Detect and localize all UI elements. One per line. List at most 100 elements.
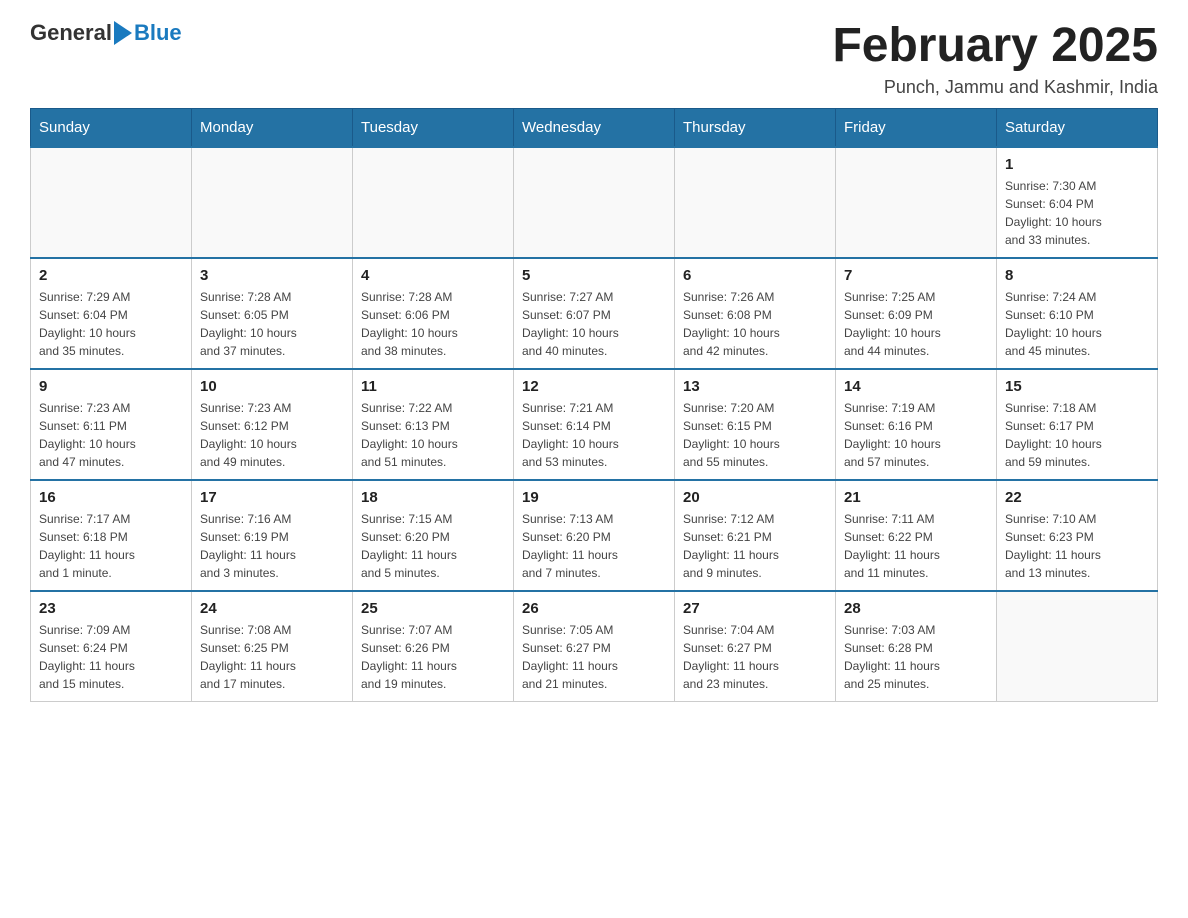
day-number: 7 [844,267,988,284]
header-friday: Friday [836,108,997,147]
calendar-cell: 5 Sunrise: 7:27 AMSunset: 6:07 PMDaylight… [514,258,675,369]
day-number: 25 [361,600,505,617]
calendar-cell: 23 Sunrise: 7:09 AMSunset: 6:24 PMDayligh… [31,591,192,702]
header-thursday: Thursday [675,108,836,147]
logo-arrow-icon [114,21,132,45]
calendar-cell: 25Sunrise: 7:07 AMSunset: 6:26 PMDayligh… [353,591,514,702]
calendar-cell: 18 Sunrise: 7:15 AMSunset: 6:20 PMDayligh… [353,480,514,591]
calendar-cell: 2Sunrise: 7:29 AMSunset: 6:04 PMDaylight… [31,258,192,369]
calendar-cell: 21 Sunrise: 7:11 AMSunset: 6:22 PMDayligh… [836,480,997,591]
calendar-week-row: 23 Sunrise: 7:09 AMSunset: 6:24 PMDayligh… [31,591,1158,702]
day-number: 10 [200,378,344,395]
calendar-cell: 16 Sunrise: 7:17 AMSunset: 6:18 PMDayligh… [31,480,192,591]
title-area: February 2025 Punch, Jammu and Kashmir, … [832,20,1158,98]
logo-area: General Blue [30,20,182,46]
calendar-cell: 1Sunrise: 7:30 AMSunset: 6:04 PMDaylight… [997,147,1158,258]
calendar-cell: 3 Sunrise: 7:28 AMSunset: 6:05 PMDaylight… [192,258,353,369]
calendar-cell: 17 Sunrise: 7:16 AMSunset: 6:19 PMDayligh… [192,480,353,591]
logo-general-text: General [30,20,112,46]
day-number: 16 [39,489,183,506]
day-info: Sunrise: 7:26 AMSunset: 6:08 PMDaylight:… [683,288,827,360]
day-info: Sunrise: 7:16 AMSunset: 6:19 PMDaylight:… [200,510,344,582]
calendar-cell [514,147,675,258]
calendar-cell: 15 Sunrise: 7:18 AMSunset: 6:17 PMDayligh… [997,369,1158,480]
calendar-cell [31,147,192,258]
calendar-week-row: 1Sunrise: 7:30 AMSunset: 6:04 PMDaylight… [31,147,1158,258]
day-info: Sunrise: 7:23 AMSunset: 6:11 PMDaylight:… [39,399,183,471]
day-number: 17 [200,489,344,506]
calendar-week-row: 16 Sunrise: 7:17 AMSunset: 6:18 PMDayligh… [31,480,1158,591]
calendar-cell: 13 Sunrise: 7:20 AMSunset: 6:15 PMDayligh… [675,369,836,480]
day-number: 15 [1005,378,1149,395]
calendar-cell: 26 Sunrise: 7:05 AMSunset: 6:27 PMDayligh… [514,591,675,702]
header-tuesday: Tuesday [353,108,514,147]
logo: General Blue [30,20,182,46]
day-number: 9 [39,378,183,395]
calendar-cell: 20 Sunrise: 7:12 AMSunset: 6:21 PMDayligh… [675,480,836,591]
day-info: Sunrise: 7:28 AMSunset: 6:05 PMDaylight:… [200,288,344,360]
day-info: Sunrise: 7:21 AMSunset: 6:14 PMDaylight:… [522,399,666,471]
calendar-cell [675,147,836,258]
calendar-cell [836,147,997,258]
day-info: Sunrise: 7:05 AMSunset: 6:27 PMDaylight:… [522,621,666,693]
header-saturday: Saturday [997,108,1158,147]
calendar-cell: 6 Sunrise: 7:26 AMSunset: 6:08 PMDaylight… [675,258,836,369]
day-number: 4 [361,267,505,284]
day-info: Sunrise: 7:13 AMSunset: 6:20 PMDaylight:… [522,510,666,582]
day-info: Sunrise: 7:20 AMSunset: 6:15 PMDaylight:… [683,399,827,471]
calendar-header-row: Sunday Monday Tuesday Wednesday Thursday… [31,108,1158,147]
day-number: 8 [1005,267,1149,284]
day-info: Sunrise: 7:15 AMSunset: 6:20 PMDaylight:… [361,510,505,582]
calendar-cell [353,147,514,258]
day-info: Sunrise: 7:11 AMSunset: 6:22 PMDaylight:… [844,510,988,582]
day-info: Sunrise: 7:30 AMSunset: 6:04 PMDaylight:… [1005,177,1149,249]
day-number: 19 [522,489,666,506]
day-info: Sunrise: 7:04 AMSunset: 6:27 PMDaylight:… [683,621,827,693]
calendar-cell: 14Sunrise: 7:19 AMSunset: 6:16 PMDayligh… [836,369,997,480]
day-number: 13 [683,378,827,395]
day-info: Sunrise: 7:10 AMSunset: 6:23 PMDaylight:… [1005,510,1149,582]
day-info: Sunrise: 7:27 AMSunset: 6:07 PMDaylight:… [522,288,666,360]
day-info: Sunrise: 7:09 AMSunset: 6:24 PMDaylight:… [39,621,183,693]
calendar-cell: 12 Sunrise: 7:21 AMSunset: 6:14 PMDayligh… [514,369,675,480]
calendar-cell: 24Sunrise: 7:08 AMSunset: 6:25 PMDayligh… [192,591,353,702]
day-info: Sunrise: 7:17 AMSunset: 6:18 PMDaylight:… [39,510,183,582]
day-number: 21 [844,489,988,506]
calendar-cell: 10 Sunrise: 7:23 AMSunset: 6:12 PMDayligh… [192,369,353,480]
calendar-cell: 28Sunrise: 7:03 AMSunset: 6:28 PMDayligh… [836,591,997,702]
calendar-cell: 11 Sunrise: 7:22 AMSunset: 6:13 PMDayligh… [353,369,514,480]
calendar-cell: 22 Sunrise: 7:10 AMSunset: 6:23 PMDayligh… [997,480,1158,591]
day-info: Sunrise: 7:28 AMSunset: 6:06 PMDaylight:… [361,288,505,360]
calendar-cell: 19 Sunrise: 7:13 AMSunset: 6:20 PMDayligh… [514,480,675,591]
logo-blue-text: Blue [134,20,182,46]
day-info: Sunrise: 7:12 AMSunset: 6:21 PMDaylight:… [683,510,827,582]
day-info: Sunrise: 7:25 AMSunset: 6:09 PMDaylight:… [844,288,988,360]
day-number: 11 [361,378,505,395]
day-number: 6 [683,267,827,284]
calendar-table: Sunday Monday Tuesday Wednesday Thursday… [30,108,1158,702]
day-number: 24 [200,600,344,617]
calendar-cell: 4 Sunrise: 7:28 AMSunset: 6:06 PMDaylight… [353,258,514,369]
month-title: February 2025 [832,20,1158,73]
day-info: Sunrise: 7:23 AMSunset: 6:12 PMDaylight:… [200,399,344,471]
calendar-week-row: 2Sunrise: 7:29 AMSunset: 6:04 PMDaylight… [31,258,1158,369]
day-number: 5 [522,267,666,284]
day-info: Sunrise: 7:18 AMSunset: 6:17 PMDaylight:… [1005,399,1149,471]
header-sunday: Sunday [31,108,192,147]
calendar-cell: 7 Sunrise: 7:25 AMSunset: 6:09 PMDaylight… [836,258,997,369]
day-info: Sunrise: 7:19 AMSunset: 6:16 PMDaylight:… [844,399,988,471]
day-number: 3 [200,267,344,284]
day-number: 26 [522,600,666,617]
calendar-cell: 8 Sunrise: 7:24 AMSunset: 6:10 PMDaylight… [997,258,1158,369]
day-number: 20 [683,489,827,506]
day-number: 12 [522,378,666,395]
day-number: 22 [1005,489,1149,506]
day-info: Sunrise: 7:29 AMSunset: 6:04 PMDaylight:… [39,288,183,360]
header-monday: Monday [192,108,353,147]
day-number: 23 [39,600,183,617]
calendar-cell [192,147,353,258]
day-number: 18 [361,489,505,506]
day-info: Sunrise: 7:24 AMSunset: 6:10 PMDaylight:… [1005,288,1149,360]
calendar-cell: 9 Sunrise: 7:23 AMSunset: 6:11 PMDaylight… [31,369,192,480]
day-info: Sunrise: 7:22 AMSunset: 6:13 PMDaylight:… [361,399,505,471]
